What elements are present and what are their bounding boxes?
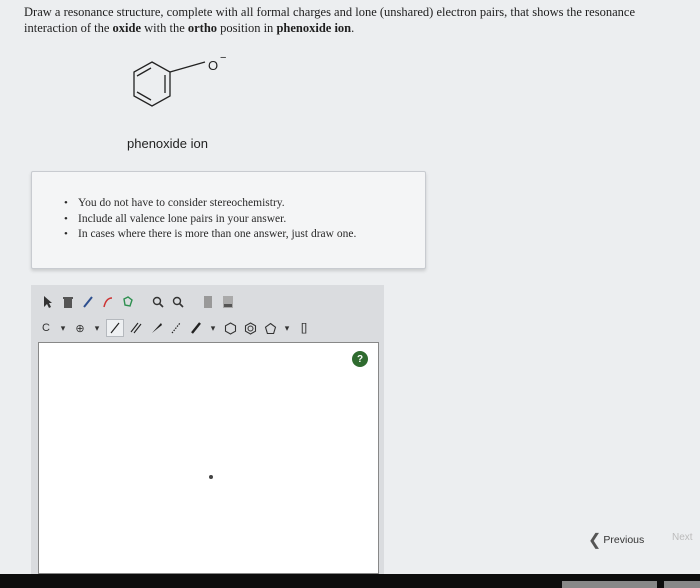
charge-tool[interactable]: ⊕ xyxy=(72,319,88,337)
instructions-box: You do not have to consider stereochemis… xyxy=(31,171,426,269)
previous-label: Previous xyxy=(603,534,645,546)
bottom-bar-segment xyxy=(562,581,657,588)
molecule-caption: phenoxide ion xyxy=(127,136,208,151)
single-bond-tool-icon[interactable] xyxy=(106,319,124,337)
canvas-center-marker xyxy=(209,475,213,479)
erase-tool-icon[interactable] xyxy=(60,293,76,311)
charge-label: − xyxy=(220,52,226,64)
instruction-item: In cases where there is more than one an… xyxy=(64,227,425,243)
pencil-tool-icon[interactable] xyxy=(80,293,96,311)
chevron-left-icon: ❮ xyxy=(588,532,602,549)
cyclohexane-tool-icon[interactable] xyxy=(242,319,258,337)
wedge-bond-tool-icon[interactable] xyxy=(148,319,164,337)
bottom-bar xyxy=(0,574,700,588)
hash-bond-tool-icon[interactable] xyxy=(168,319,184,337)
chevron-down-icon[interactable]: ▾ xyxy=(58,319,68,337)
template-tool-icon[interactable] xyxy=(200,293,216,311)
toolbar-bottom: C ▾ ⊕ ▾ ▾ ▾ [] xyxy=(38,319,312,337)
select-tool-icon[interactable] xyxy=(40,293,56,311)
arrow-tool-icon[interactable] xyxy=(100,293,116,311)
element-selector[interactable]: C xyxy=(38,319,54,337)
cyclopentane-tool-icon[interactable] xyxy=(262,319,278,337)
zoom-out-icon[interactable] xyxy=(170,293,186,311)
bold-bond-tool-icon[interactable] xyxy=(188,319,204,337)
question-text: Draw a resonance structure, complete wit… xyxy=(24,5,635,35)
instruction-item: You do not have to consider stereochemis… xyxy=(64,196,425,212)
periodic-table-icon[interactable] xyxy=(220,293,236,311)
zoom-in-icon[interactable] xyxy=(150,293,166,311)
toolbar-top xyxy=(40,293,236,311)
oxygen-label: O xyxy=(208,58,218,73)
bracket-tool[interactable]: [] xyxy=(296,319,312,337)
next-button[interactable]: Next xyxy=(672,532,693,543)
lasso-tool-icon[interactable] xyxy=(120,293,136,311)
bottom-bar-segment xyxy=(664,581,700,588)
phenoxide-structure: O − xyxy=(120,50,250,135)
chevron-down-icon[interactable]: ▾ xyxy=(282,319,292,337)
benzene-ring-tool-icon[interactable] xyxy=(222,319,238,337)
chevron-down-icon[interactable]: ▾ xyxy=(208,319,218,337)
chevron-down-icon[interactable]: ▾ xyxy=(92,319,102,337)
instruction-item: Include all valence lone pairs in your a… xyxy=(64,212,425,228)
drawing-canvas[interactable]: ? xyxy=(38,342,379,574)
drawing-editor: C ▾ ⊕ ▾ ▾ ▾ [] ? xyxy=(31,285,384,581)
help-icon[interactable]: ? xyxy=(352,351,368,367)
double-bond-tool-icon[interactable] xyxy=(128,319,144,337)
previous-button[interactable]: ❮ Previous xyxy=(588,530,644,550)
